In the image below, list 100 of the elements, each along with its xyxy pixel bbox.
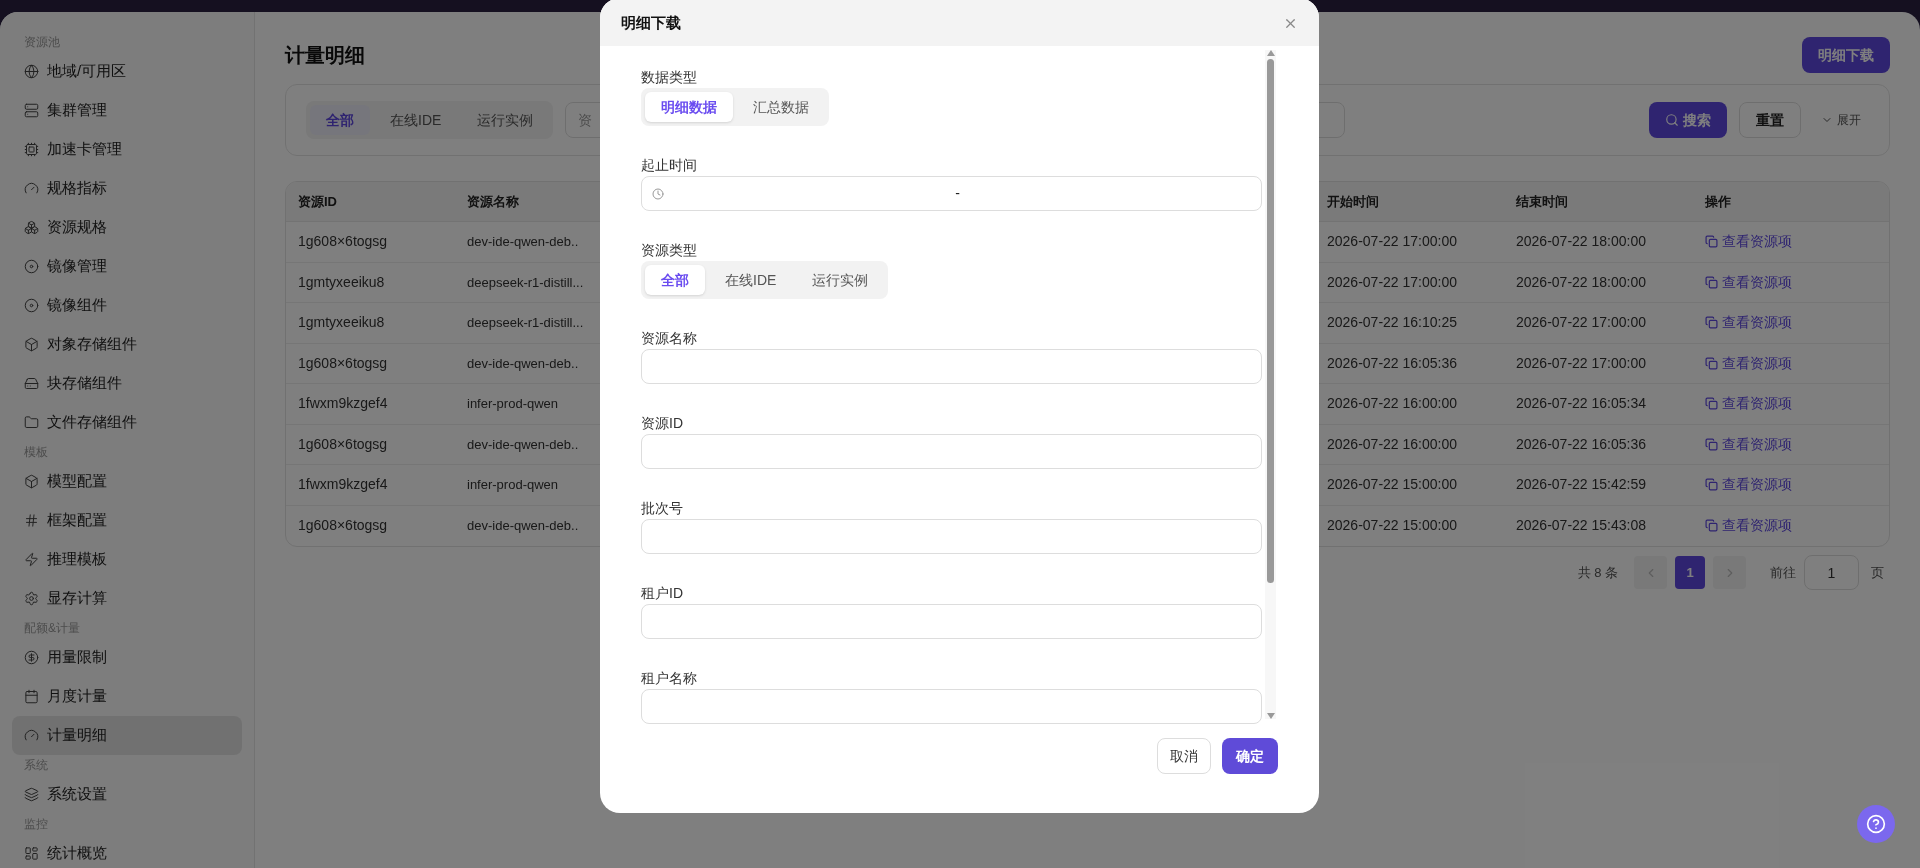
reset-button[interactable]: 重置 [1739, 102, 1801, 138]
copy-icon [1705, 235, 1718, 249]
folder-icon [24, 415, 39, 430]
table-cell-text: 2026-07-22 15:00:00 [1327, 516, 1457, 536]
sidebar-item[interactable]: 计量明细 [12, 716, 242, 755]
sidebar-item[interactable]: 框架配置 [12, 501, 242, 540]
expand-toggle[interactable]: 展开 [1813, 111, 1869, 129]
sidebar-item[interactable]: 地域/可用区 [12, 52, 242, 91]
table-cell-text: 1fwxm9kzgef4 [298, 394, 388, 414]
disc-icon [24, 259, 39, 274]
column-header: 资源名称 [467, 192, 519, 211]
scrollbar[interactable] [1265, 50, 1276, 719]
confirm-button[interactable]: 确定 [1222, 738, 1278, 774]
segment-tab[interactable]: 运行实例 [796, 265, 885, 295]
sidebar-item[interactable]: 系统设置 [12, 775, 242, 814]
text-field[interactable] [641, 434, 1262, 469]
view-resource-link[interactable]: 查看资源项 [1705, 393, 1792, 415]
copy-icon [1705, 519, 1718, 533]
table-cell-text: 1g608×6togsg [298, 353, 388, 373]
drive-icon [24, 376, 39, 391]
sidebar-item[interactable]: 镜像组件 [12, 286, 242, 325]
boxes-icon [24, 220, 39, 235]
sidebar-item[interactable]: 月度计量 [12, 677, 242, 716]
dollar-icon [24, 650, 39, 665]
copy-icon [1705, 275, 1718, 289]
table-cell-text: 1g608×6togsg [298, 232, 388, 252]
field-label: 起止时间 [641, 156, 697, 175]
view-resource-link[interactable]: 查看资源项 [1705, 352, 1792, 374]
table-cell-text: 1g608×6togsg [298, 434, 388, 454]
view-resource-link[interactable]: 查看资源项 [1705, 312, 1792, 334]
table-cell-text: dev-ide-qwen-deb.. [467, 354, 579, 373]
table-cell-text: 2026-07-22 17:00:00 [1327, 232, 1457, 252]
sidebar-item[interactable]: 文件存储组件 [12, 403, 242, 442]
table-cell-text: 2026-07-22 15:43:08 [1516, 516, 1646, 536]
sidebar-item[interactable]: 块存储组件 [12, 364, 242, 403]
table-cell-text: deepseek-r1-distill... [467, 273, 584, 292]
view-resource-link[interactable]: 查看资源项 [1705, 433, 1792, 455]
sidebar-item[interactable]: 显存计算 [12, 579, 242, 618]
column-header: 资源ID [298, 192, 337, 211]
total-count: 共 8 条 [1577, 563, 1618, 582]
search-button[interactable]: 搜索 [1649, 102, 1727, 138]
text-field[interactable] [641, 604, 1262, 639]
cancel-button[interactable]: 取消 [1157, 738, 1211, 774]
view-resource-link[interactable]: 查看资源项 [1705, 231, 1792, 253]
goto-label: 前往 [1770, 563, 1796, 582]
range-separator: - [955, 184, 960, 203]
dialog-title: 明细下载 [621, 12, 681, 33]
segment-tab[interactable]: 全部 [645, 265, 705, 295]
table-cell-text: infer-prod-qwen [467, 476, 559, 494]
segment-tab[interactable]: 在线IDE [709, 265, 793, 295]
filter-tab[interactable]: 在线IDE [374, 105, 458, 135]
help-icon [1866, 814, 1886, 834]
view-resource-link[interactable]: 查看资源项 [1705, 474, 1792, 496]
copy-icon [1705, 356, 1718, 370]
table-cell-text: 1gmtyxeeiku8 [298, 272, 385, 292]
column-header: 开始时间 [1327, 192, 1379, 211]
view-resource-link[interactable]: 查看资源项 [1705, 271, 1792, 293]
sidebar-item[interactable]: 加速卡管理 [12, 130, 242, 169]
table-cell-text: 2026-07-22 16:05:34 [1516, 394, 1646, 414]
scroll-down-icon[interactable] [1266, 713, 1275, 719]
table-cell-text: 2026-07-22 15:00:00 [1327, 475, 1457, 495]
page-input[interactable]: 1 [1804, 555, 1859, 590]
scroll-up-icon[interactable] [1266, 50, 1275, 56]
sidebar-item[interactable]: 推理模板 [12, 540, 242, 579]
table-cell-text: 2026-07-22 17:00:00 [1516, 353, 1646, 373]
next-page-button[interactable] [1713, 556, 1746, 589]
date-range-field[interactable]: - [641, 176, 1262, 211]
cube-icon [24, 337, 39, 352]
table-cell-text: deepseek-r1-distill... [467, 314, 584, 332]
sidebar-item[interactable]: 统计概览 [12, 834, 242, 868]
sidebar-item[interactable]: 模型配置 [12, 462, 242, 501]
sidebar-item[interactable]: 资源规格 [12, 208, 242, 247]
filter-tab[interactable]: 运行实例 [461, 105, 550, 135]
sidebar-item[interactable]: 用量限制 [12, 638, 242, 677]
segment-tab[interactable]: 明细数据 [645, 92, 733, 122]
field-label: 资源名称 [641, 329, 697, 348]
segment-tab[interactable]: 汇总数据 [737, 92, 825, 122]
chip-icon [24, 142, 39, 157]
prev-page-button[interactable] [1634, 556, 1667, 589]
sidebar-item[interactable]: 集群管理 [12, 91, 242, 130]
table-cell-text: dev-ide-qwen-deb.. [467, 435, 579, 454]
sidebar-item[interactable]: 镜像管理 [12, 247, 242, 286]
column-header: 结束时间 [1516, 192, 1568, 211]
text-field[interactable] [641, 689, 1262, 724]
download-button[interactable]: 明细下载 [1802, 37, 1890, 73]
field-label: 批次号 [641, 499, 683, 518]
table-cell-text: 1fwxm9kzgef4 [298, 475, 388, 495]
copy-icon [1705, 478, 1718, 492]
sidebar-item[interactable]: 规格指标 [12, 169, 242, 208]
globe-icon [24, 64, 39, 79]
sidebar-item[interactable]: 对象存储组件 [12, 325, 242, 364]
table-cell-text: 2026-07-22 17:00:00 [1327, 272, 1457, 292]
field-label: 资源类型 [641, 241, 697, 260]
text-field[interactable] [641, 349, 1262, 384]
view-resource-link[interactable]: 查看资源项 [1705, 515, 1792, 537]
table-cell-text: 2026-07-22 17:00:00 [1516, 313, 1646, 333]
scroll-thumb[interactable] [1267, 59, 1274, 583]
clock-icon [652, 187, 664, 200]
page-button[interactable]: 1 [1675, 556, 1705, 589]
text-field[interactable] [641, 519, 1262, 554]
